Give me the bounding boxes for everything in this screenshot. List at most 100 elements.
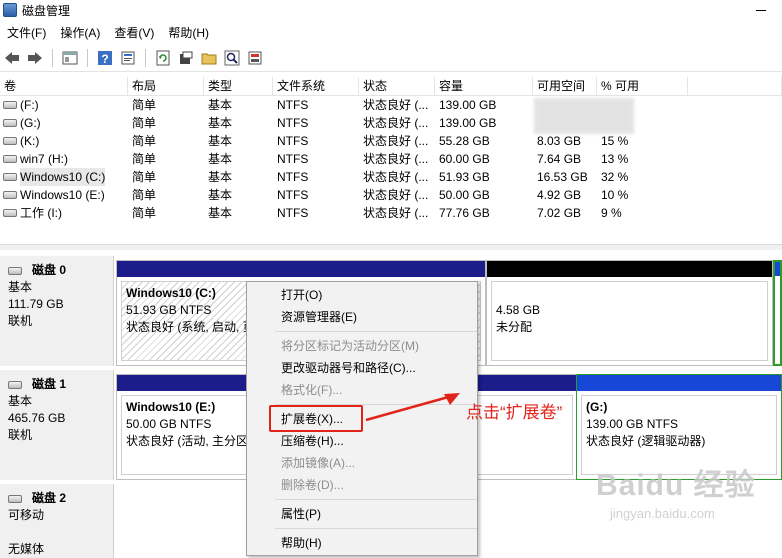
status-cell: 状态良好 (... (363, 206, 429, 220)
unallocated-space[interactable]: 4.58 GB 未分配 (486, 260, 773, 366)
volume-row[interactable]: win7 (H:) 简单 基本 NTFS 状态良好 (... 60.00 GB … (0, 150, 782, 168)
menu-item-help[interactable]: 帮助(H) (247, 532, 477, 554)
help-icon[interactable]: ? (95, 48, 115, 68)
column-header-status[interactable]: 状态 (359, 77, 435, 95)
free-space-cell: 16.53 GB (537, 170, 588, 184)
menu-item-delete-volume: 删除卷(D)... (281, 478, 344, 492)
volume-row[interactable]: Windows10 (E:) 简单 基本 NTFS 状态良好 (... 50.0… (0, 186, 782, 204)
volume-row[interactable]: (G:) 简单 基本 NTFS 状态良好 (... 139.00 GB (0, 114, 782, 132)
console-tree-icon[interactable] (60, 48, 80, 68)
free-space-cell: 7.02 GB (537, 206, 582, 220)
capacity-cell: 60.00 GB (439, 152, 490, 166)
volume-row[interactable]: (F:) 简单 基本 NTFS 状态良好 (... 139.00 GB (0, 96, 782, 114)
watermark: Baidu 经验 jingyan.baidu.com (596, 460, 776, 550)
drive-icon (3, 191, 17, 199)
volume-row[interactable]: 工作 (I:) 简单 基本 NTFS 状态良好 (... 77.76 GB 7.… (0, 204, 782, 222)
menu-separator (275, 331, 477, 332)
volume-name: Windows10 (C:) (20, 168, 106, 186)
capacity-cell: 55.28 GB (439, 134, 490, 148)
column-header-empty (688, 77, 782, 95)
menu-help[interactable]: 帮助(H) (161, 24, 216, 41)
type-cell: 基本 (208, 206, 233, 220)
search-icon[interactable] (222, 48, 242, 68)
menu-item-change-drive-letter[interactable]: 更改驱动器号和路径(C)... (247, 357, 477, 379)
menu-action[interactable]: 操作(A) (53, 24, 107, 41)
status-cell: 状态良好 (... (363, 170, 429, 184)
drive-icon (3, 119, 17, 127)
capacity-cell: 50.00 GB (439, 188, 490, 202)
volume-name-cell: (G:) (0, 114, 128, 132)
disk-0-name: 磁盘 0 (32, 263, 67, 277)
capacity-cell: 139.00 GB (439, 98, 497, 112)
minimize-button[interactable] (756, 2, 770, 16)
blurred-region (534, 98, 634, 134)
disk-1-name: 磁盘 1 (32, 377, 67, 391)
drive-icon (3, 137, 17, 145)
column-header-layout[interactable]: 布局 (128, 77, 204, 95)
column-header-type[interactable]: 类型 (204, 77, 273, 95)
volume-name-cell: win7 (H:) (0, 150, 128, 168)
layout-cell: 简单 (132, 170, 157, 184)
layout-cell: 简单 (132, 134, 157, 148)
toolbar-separator (87, 48, 88, 67)
disk-2-label[interactable]: 磁盘 2 可移动 无媒体 (0, 484, 114, 558)
drive-icon (3, 155, 17, 163)
menu-separator (275, 528, 477, 529)
layout-cell: 简单 (132, 188, 157, 202)
layout-cell: 简单 (132, 206, 157, 220)
disk-icon (8, 494, 22, 503)
filesystem-cell: NTFS (277, 134, 309, 148)
extended-partition-edge[interactable] (773, 260, 782, 366)
partition-g-status: 状态良好 (逻辑驱动器) (586, 434, 706, 448)
volume-name: Windows10 (E:) (20, 188, 105, 202)
filesystem-cell: NTFS (277, 206, 309, 220)
status-cell: 状态良好 (... (363, 98, 429, 112)
volume-row[interactable]: Windows10 (C:) 简单 基本 NTFS 状态良好 (... 51.9… (0, 168, 782, 186)
disk-1-size: 465.76 GB (8, 411, 66, 425)
menu-bar: 文件(F) 操作(A) 查看(V) 帮助(H) (0, 22, 782, 42)
disk-0-state: 联机 (8, 314, 33, 328)
menu-item-explore[interactable]: 资源管理器(E) (247, 306, 477, 328)
filesystem-cell: NTFS (277, 188, 309, 202)
rescan-icon[interactable] (245, 48, 265, 68)
percent-free-cell: 10 % (601, 188, 629, 202)
volume-list-header: 卷 布局 类型 文件系统 状态 容量 可用空间 % 可用 (0, 77, 782, 96)
volume-name: (K:) (20, 134, 40, 148)
column-header-volume[interactable]: 卷 (0, 77, 128, 95)
properties-icon[interactable] (118, 48, 138, 68)
open-icon[interactable] (176, 48, 196, 68)
back-icon[interactable] (2, 48, 22, 68)
column-header-filesystem[interactable]: 文件系统 (273, 77, 359, 95)
menu-item-open[interactable]: 打开(O) (247, 284, 477, 306)
drive-icon (3, 101, 17, 109)
menu-item-properties[interactable]: 属性(P) (247, 503, 477, 525)
disk-0-label[interactable]: 磁盘 0 基本 111.79 GB 联机 (0, 256, 114, 366)
volume-row[interactable]: (K:) 简单 基本 NTFS 状态良好 (... 55.28 GB 8.03 … (0, 132, 782, 150)
menu-item-shrink-volume[interactable]: 压缩卷(H)... (247, 430, 477, 452)
disk-0-kind: 基本 (8, 280, 33, 294)
pane-splitter[interactable] (0, 244, 782, 250)
disk-1-label[interactable]: 磁盘 1 基本 465.76 GB 联机 (0, 370, 114, 480)
unallocated-size: 4.58 GB (496, 303, 541, 317)
disk-2-state: 无媒体 (8, 542, 45, 556)
toolbar-separator (145, 48, 146, 67)
column-header-free-space[interactable]: 可用空间 (533, 77, 597, 95)
annotation-text: 点击“扩展卷” (466, 403, 563, 422)
title-bar: 磁盘管理 (0, 0, 782, 20)
partition-g-size: 139.00 GB NTFS (586, 417, 679, 431)
folder-icon[interactable] (199, 48, 219, 68)
menu-file[interactable]: 文件(F) (0, 24, 53, 41)
primary-partition-bar (117, 261, 485, 277)
column-header-capacity[interactable]: 容量 (435, 77, 533, 95)
volume-name-cell: Windows10 (E:) (0, 186, 128, 204)
refresh-icon[interactable] (153, 48, 173, 68)
filesystem-cell: NTFS (277, 170, 309, 184)
layout-cell: 简单 (132, 98, 157, 112)
menu-view[interactable]: 查看(V) (107, 24, 161, 41)
column-header-percent-free[interactable]: % 可用 (597, 77, 688, 95)
status-cell: 状态良好 (... (363, 152, 429, 166)
volume-name: 工作 (I:) (20, 206, 62, 220)
type-cell: 基本 (208, 116, 233, 130)
free-space-cell: 8.03 GB (537, 134, 582, 148)
forward-icon[interactable] (25, 48, 45, 68)
